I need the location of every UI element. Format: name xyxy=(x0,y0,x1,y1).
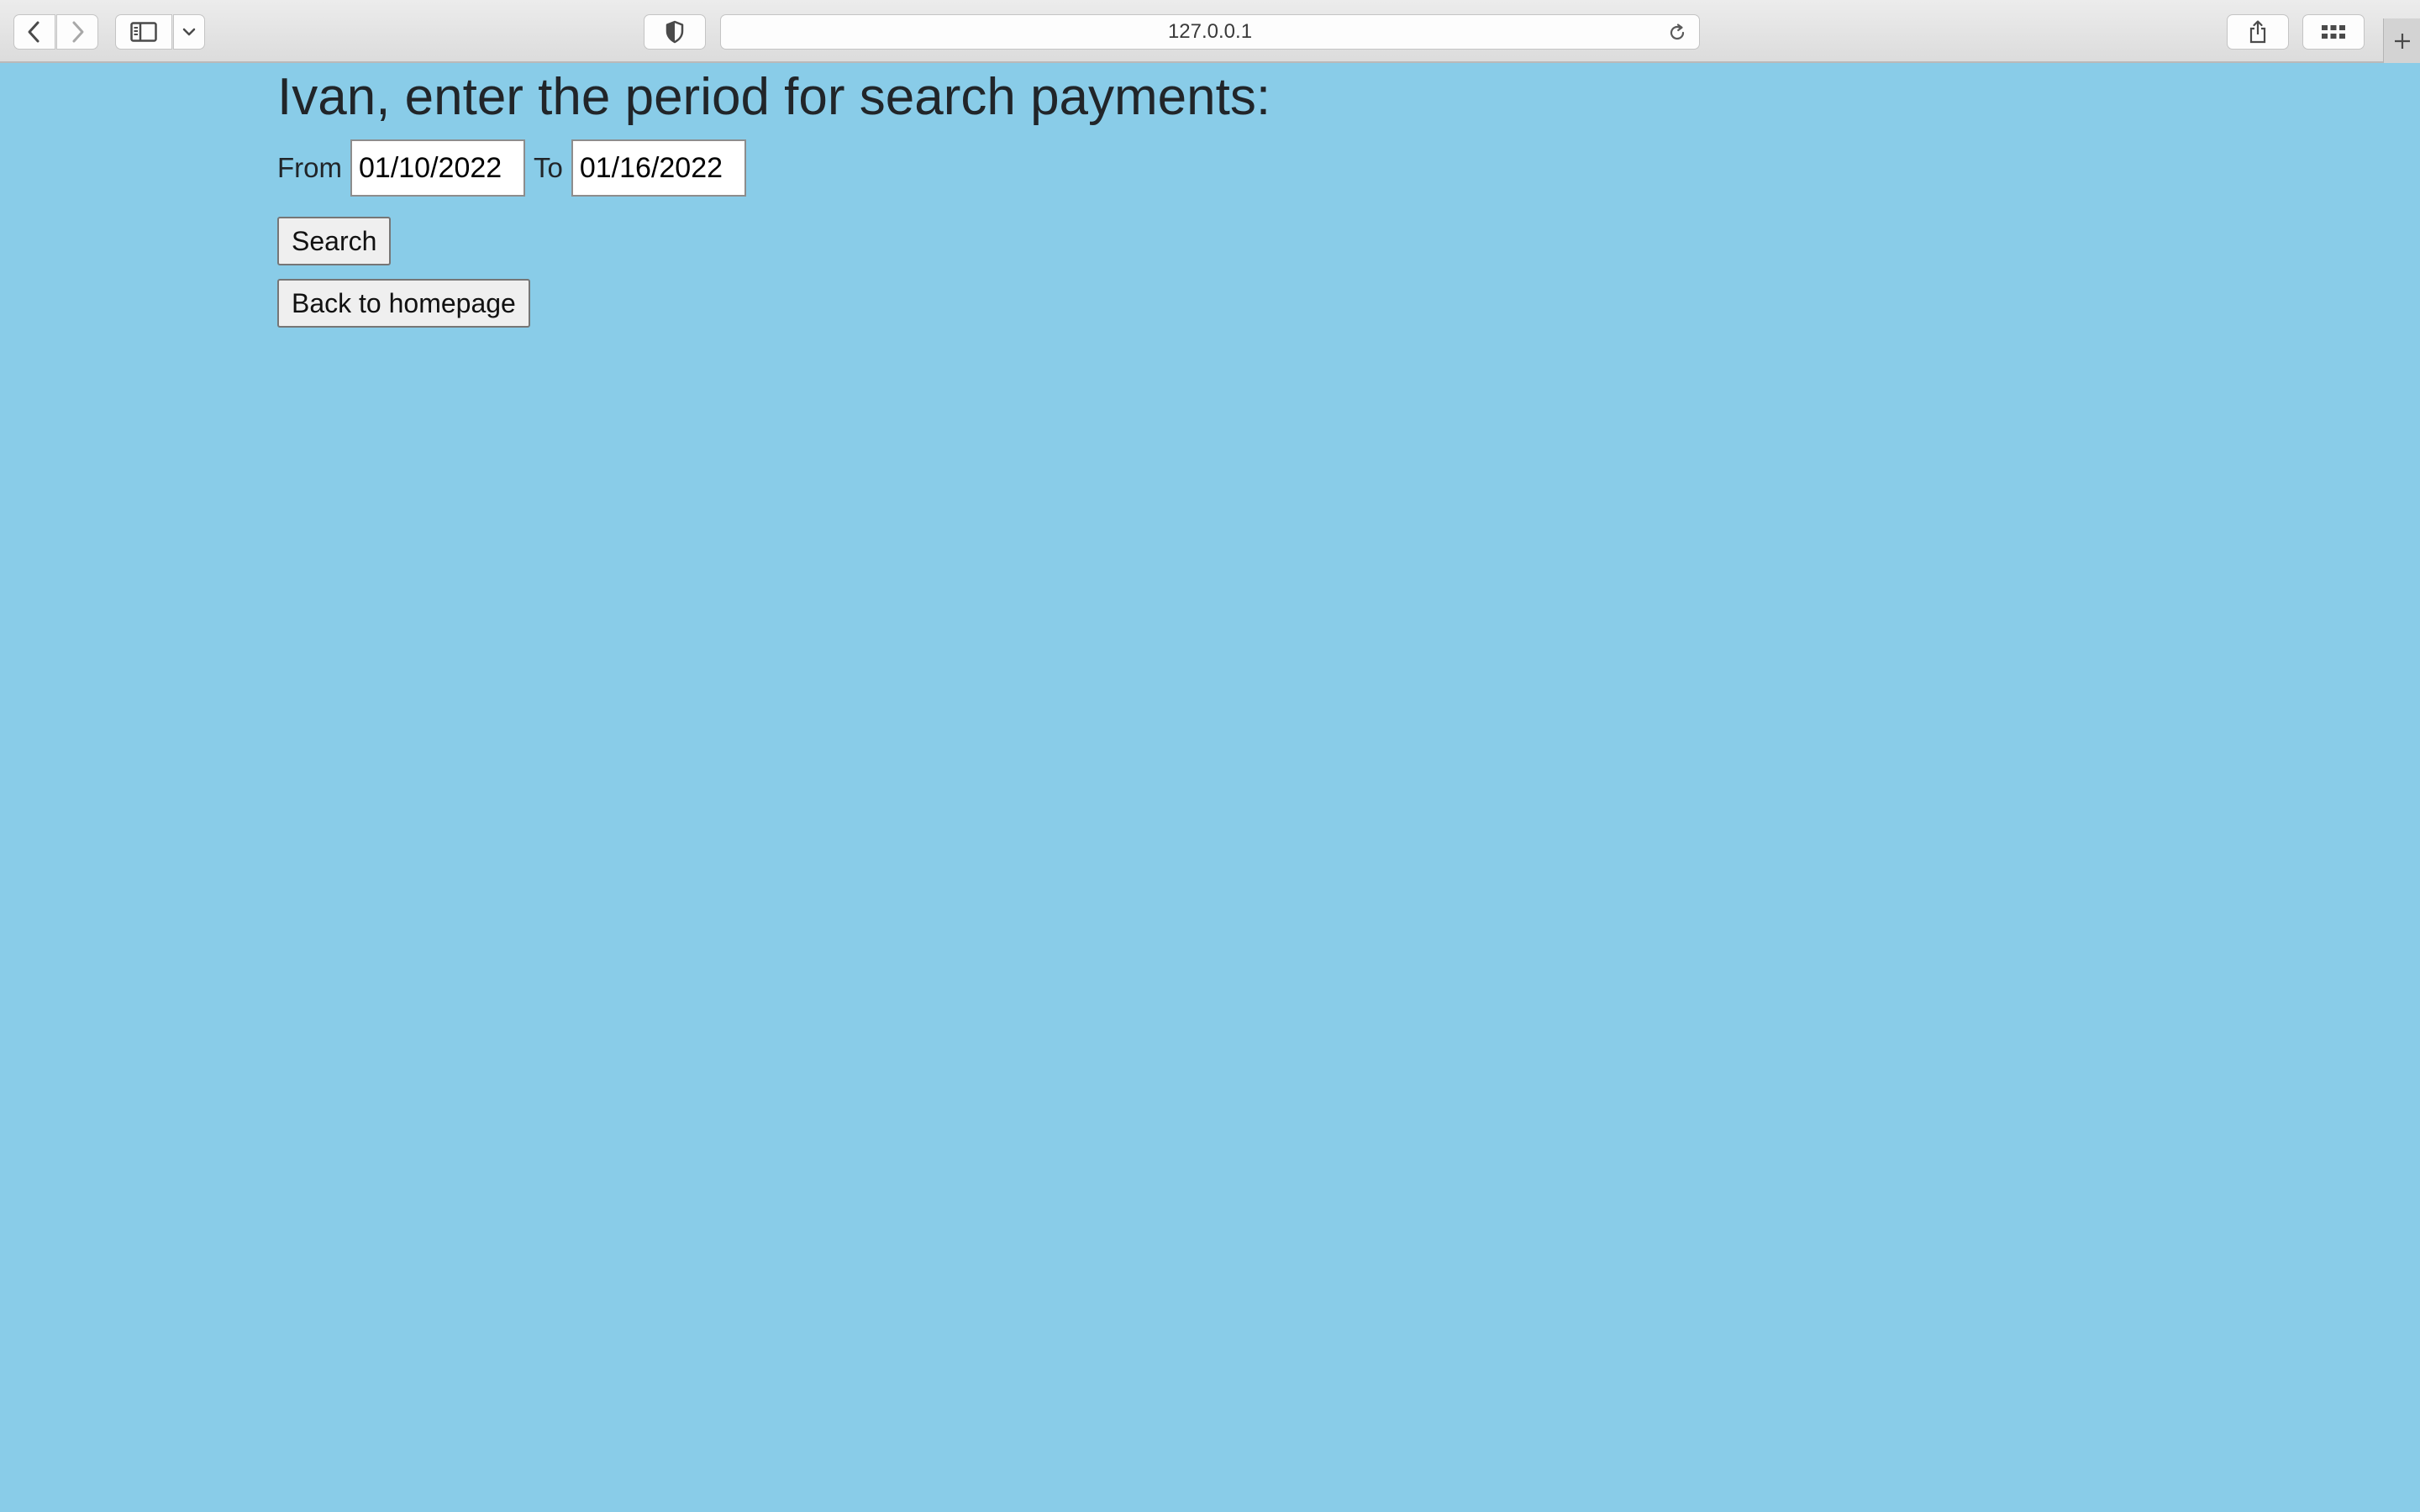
period-row: From To xyxy=(277,139,1270,197)
privacy-report-button[interactable] xyxy=(644,14,706,50)
shield-icon xyxy=(666,20,684,44)
sidebar-icon xyxy=(130,22,157,42)
to-label: To xyxy=(534,152,563,183)
address-text: 127.0.0.1 xyxy=(1167,20,1253,43)
sidebar-menu-button[interactable] xyxy=(173,14,205,50)
reload-icon[interactable] xyxy=(1667,23,1687,43)
tab-overview-icon xyxy=(2322,25,2345,39)
chevron-right-icon xyxy=(72,21,84,43)
back-to-homepage-button[interactable]: Back to homepage xyxy=(277,279,530,328)
from-label: From xyxy=(277,152,342,183)
plus-icon xyxy=(2394,33,2410,49)
address-bar[interactable]: 127.0.0.1 xyxy=(720,14,1700,50)
forward-button[interactable] xyxy=(56,14,98,50)
tab-overview-button[interactable] xyxy=(2302,14,2365,50)
share-icon xyxy=(2249,20,2266,44)
to-date-input[interactable] xyxy=(571,139,746,197)
page-title: Ivan, enter the period for search paymen… xyxy=(277,68,1271,126)
search-button[interactable]: Search xyxy=(277,217,392,265)
new-tab-button[interactable] xyxy=(2383,18,2420,63)
from-date-input[interactable] xyxy=(350,139,525,197)
chevron-left-icon xyxy=(28,21,39,43)
sidebar-button[interactable] xyxy=(115,14,172,50)
page-content: Ivan, enter the period for search paymen… xyxy=(277,66,1270,328)
browser-toolbar: 127.0.0.1 xyxy=(0,0,2420,63)
chevron-down-icon xyxy=(182,28,196,36)
back-button[interactable] xyxy=(13,14,55,50)
share-button[interactable] xyxy=(2227,14,2289,50)
